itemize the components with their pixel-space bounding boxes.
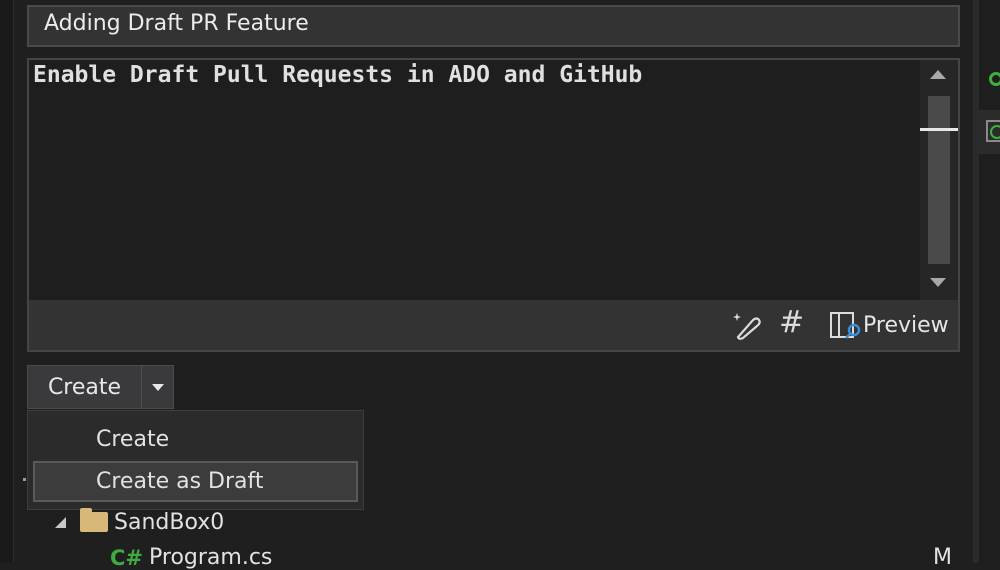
- tree-folder-row[interactable]: SandBox0: [55, 505, 224, 539]
- scroll-down-arrow-icon[interactable]: [930, 278, 946, 287]
- description-scrollbar[interactable]: [920, 60, 958, 300]
- menu-item-create[interactable]: Create: [33, 419, 358, 460]
- preview-label: Preview: [863, 312, 949, 338]
- preview-button[interactable]: Preview: [829, 310, 949, 340]
- pr-description-editor[interactable]: Enable Draft Pull Requests in ADO and Gi…: [27, 58, 960, 352]
- right-panel: [979, 0, 1000, 563]
- menu-item-create-as-draft[interactable]: Create as Draft: [33, 461, 358, 502]
- expand-arrow-icon[interactable]: [55, 516, 66, 528]
- scroll-thumb[interactable]: [928, 96, 950, 264]
- scroll-position-marker: [920, 128, 958, 131]
- left-edge: [0, 0, 14, 563]
- file-label: Program.cs: [149, 545, 273, 570]
- right-panel-row[interactable]: [979, 110, 1000, 154]
- create-dropdown-menu: Create Create as Draft: [27, 410, 364, 510]
- hash-icon[interactable]: #: [779, 308, 804, 338]
- pr-description-text[interactable]: Enable Draft Pull Requests in ADO and Gi…: [33, 62, 913, 88]
- preview-icon: [830, 312, 861, 339]
- create-button[interactable]: Create: [28, 366, 142, 408]
- chevron-down-icon: [151, 383, 164, 391]
- status-circle-icon: [989, 72, 1000, 86]
- tree-guide-dot: [23, 478, 26, 481]
- magic-wand-icon[interactable]: [733, 310, 765, 340]
- description-toolbar: # Preview: [29, 300, 958, 350]
- file-status-badge: M: [933, 545, 952, 570]
- tree-file-row[interactable]: C# Program.cs: [110, 545, 272, 570]
- create-dropdown-toggle[interactable]: [142, 366, 173, 408]
- csharp-file-icon: C#: [110, 545, 144, 570]
- folder-icon: [80, 508, 108, 532]
- scroll-up-arrow-icon[interactable]: [930, 70, 946, 79]
- create-split-button: Create: [27, 365, 174, 409]
- pr-title-input[interactable]: Adding Draft PR Feature: [27, 5, 960, 47]
- folder-label: SandBox0: [114, 509, 225, 535]
- git-icon: [986, 120, 1000, 142]
